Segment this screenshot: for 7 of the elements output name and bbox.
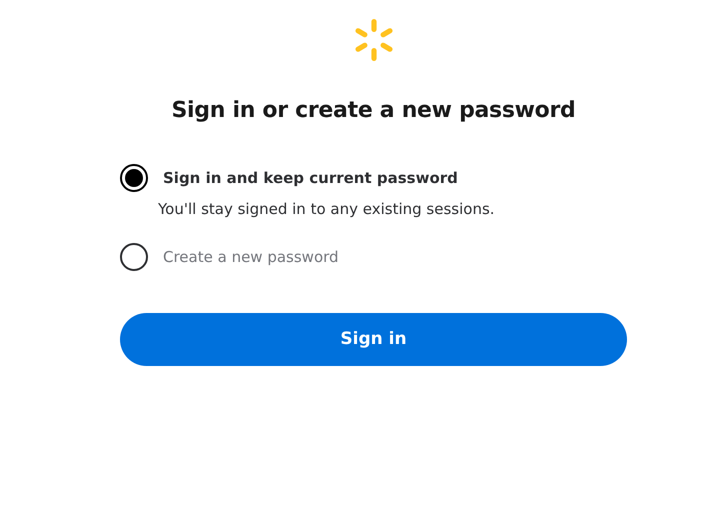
page-title: Sign in or create a new password [170, 98, 576, 124]
sign-in-button[interactable]: Sign in [120, 312, 627, 366]
option-description: You'll stay signed in to any existing sessions. [158, 199, 496, 220]
radio-button[interactable] [120, 164, 148, 192]
option-label[interactable]: Sign in and keep current password [163, 167, 458, 190]
radio-button[interactable] [120, 242, 148, 271]
option-label[interactable]: Create a new password [163, 246, 339, 268]
